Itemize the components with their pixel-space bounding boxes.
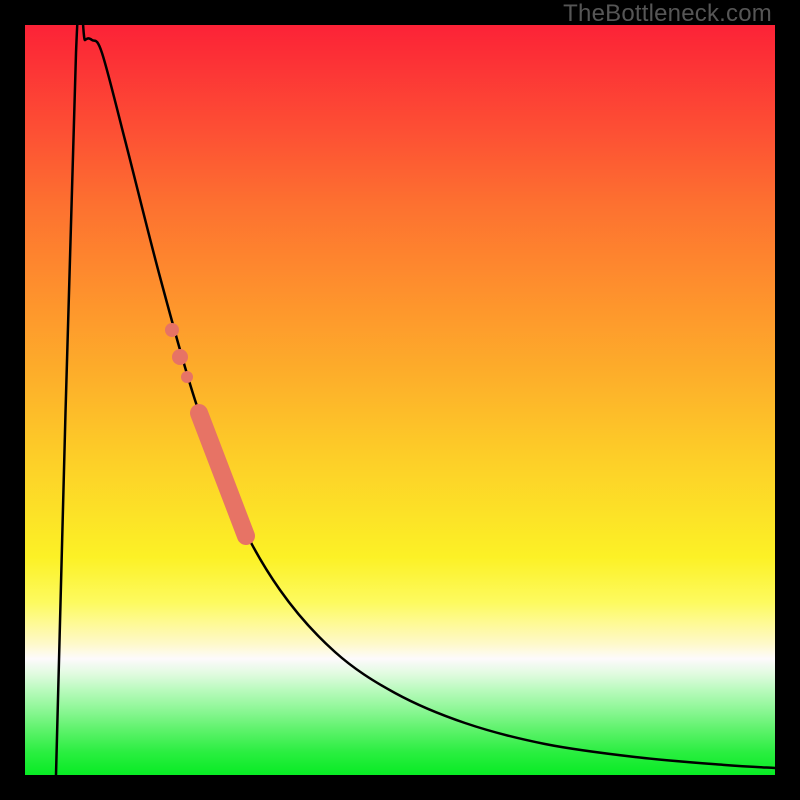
segment-upper bbox=[199, 413, 246, 536]
watermark-text: TheBottleneck.com bbox=[563, 0, 772, 28]
curve-layer bbox=[56, 25, 775, 775]
chart-svg bbox=[25, 25, 775, 775]
dot-b bbox=[181, 371, 193, 383]
dot-a bbox=[172, 349, 188, 365]
plot-area bbox=[25, 25, 775, 775]
dot-c bbox=[165, 323, 179, 337]
chart-frame: TheBottleneck.com bbox=[0, 0, 800, 800]
marker-layer bbox=[165, 323, 246, 536]
bottleneck-curve bbox=[56, 25, 775, 775]
